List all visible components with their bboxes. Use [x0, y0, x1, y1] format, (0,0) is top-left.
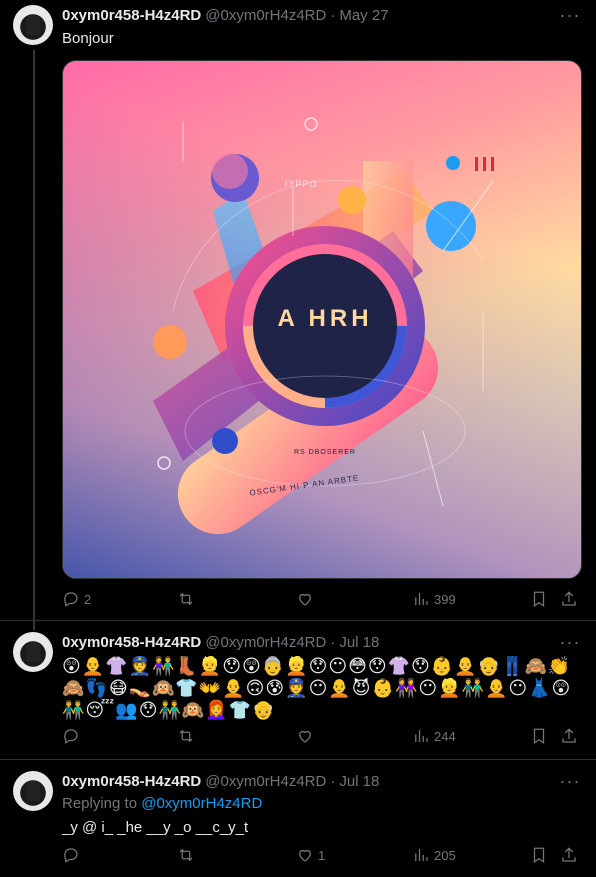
like-count: 1: [318, 847, 326, 863]
replying-to-prefix: Replying to: [62, 795, 138, 812]
replying-to-line: Replying to @0xym0rH4z4RD: [62, 795, 262, 812]
like-button[interactable]: [296, 590, 318, 608]
bookmark-button[interactable]: [530, 846, 548, 864]
artwork-top-text: IYPPO: [285, 179, 318, 189]
tweet-media-image[interactable]: A HRH IYPPO RS DBOSERER OSCG'M HI P AN A…: [62, 60, 582, 579]
views-button[interactable]: 244: [412, 727, 456, 745]
avatar[interactable]: [13, 771, 53, 811]
more-horizontal-icon[interactable]: ···: [560, 771, 580, 791]
views-count: 244: [434, 728, 456, 744]
reply-icon: [64, 848, 78, 863]
author-handle[interactable]: @0xym0rH4z4RD: [205, 773, 326, 790]
retweet-icon: [179, 729, 193, 743]
views-icon: [415, 849, 428, 861]
share-icon: [562, 591, 576, 606]
tweet-divider: [0, 620, 596, 621]
heart-icon: [299, 849, 311, 862]
share-button[interactable]: [560, 846, 578, 864]
tweet-text: _y @ i_ _he __y _o __c_y_t: [62, 819, 249, 836]
share-icon: [562, 728, 576, 743]
thread-connector-line: [33, 50, 35, 630]
tweet-actions: 244: [62, 727, 582, 749]
reply-button[interactable]: [62, 727, 84, 745]
reply-button[interactable]: [62, 846, 84, 864]
artwork-caption-1: RS DBOSERER: [294, 449, 356, 456]
author-name[interactable]: 0xym0r458-H4z4RD: [62, 773, 201, 790]
separator-dot: ·: [330, 634, 336, 651]
reply-icon: [64, 729, 78, 744]
tweet-header: 0xym0r458-H4z4RD @0xym0rH4z4RD · Jul 18: [62, 634, 379, 651]
bookmark-icon: [533, 591, 545, 607]
views-button[interactable]: 205: [412, 846, 456, 864]
retweet-button[interactable]: [177, 846, 199, 864]
more-horizontal-icon[interactable]: ···: [560, 5, 580, 25]
artwork-center-text: A HRH: [277, 305, 373, 332]
tweet-text: Bonjour: [62, 30, 114, 47]
tweet-divider: [0, 759, 596, 760]
tweet-date[interactable]: Jul 18: [339, 634, 379, 651]
bookmark-icon: [533, 847, 545, 863]
author-name[interactable]: 0xym0r458-H4z4RD: [62, 7, 201, 24]
tweet-date[interactable]: Jul 18: [339, 773, 379, 790]
tweet-header: 0xym0r458-H4z4RD @0xym0rH4z4RD · May 27: [62, 7, 389, 24]
avatar[interactable]: [13, 632, 53, 672]
retweet-icon: [179, 592, 193, 606]
author-handle[interactable]: @0xym0rH4z4RD: [205, 634, 326, 651]
tweet-actions: 1 205: [62, 846, 582, 868]
heart-icon: [299, 593, 311, 606]
reply-count: 2: [84, 591, 92, 607]
share-icon: [562, 847, 576, 862]
author-name[interactable]: 0xym0r458-H4z4RD: [62, 634, 201, 651]
like-button[interactable]: [296, 727, 318, 745]
views-count: 205: [434, 847, 456, 863]
replying-to-handle-link[interactable]: @0xym0rH4z4RD: [141, 795, 262, 812]
views-icon: [415, 593, 428, 605]
views-button[interactable]: 399: [412, 590, 456, 608]
tweet-header: 0xym0r458-H4z4RD @0xym0rH4z4RD · Jul 18: [62, 773, 379, 790]
like-button[interactable]: 1: [296, 846, 325, 864]
avatar[interactable]: [13, 5, 53, 45]
share-button[interactable]: [560, 727, 578, 745]
share-button[interactable]: [560, 590, 578, 608]
bookmark-icon: [533, 728, 545, 744]
bookmark-button[interactable]: [530, 590, 548, 608]
tweet-actions: 2 399: [62, 590, 582, 612]
views-icon: [415, 730, 428, 742]
retweet-icon: [179, 848, 193, 862]
retweet-button[interactable]: [177, 727, 199, 745]
author-handle[interactable]: @0xym0rH4z4RD: [205, 7, 326, 24]
reply-icon: [64, 592, 78, 607]
separator-dot: ·: [330, 773, 336, 790]
separator-dot: ·: [330, 7, 336, 24]
tweet-emoji-text: 😲🧑‍🦲👚👮👫👢👱😯😲👵👱😯😶😳😯👚😯👶🧑‍🦲👴👖🙈👏🙈👣😷👡🙉👕👐🧑‍🦲🙃😰👮…: [62, 656, 572, 720]
reply-button[interactable]: 2: [62, 590, 91, 608]
bookmark-button[interactable]: [530, 727, 548, 745]
views-count: 399: [434, 591, 456, 607]
retweet-button[interactable]: [177, 590, 199, 608]
heart-icon: [299, 730, 311, 743]
more-horizontal-icon[interactable]: ···: [560, 632, 580, 652]
tweet-date[interactable]: May 27: [339, 7, 388, 24]
